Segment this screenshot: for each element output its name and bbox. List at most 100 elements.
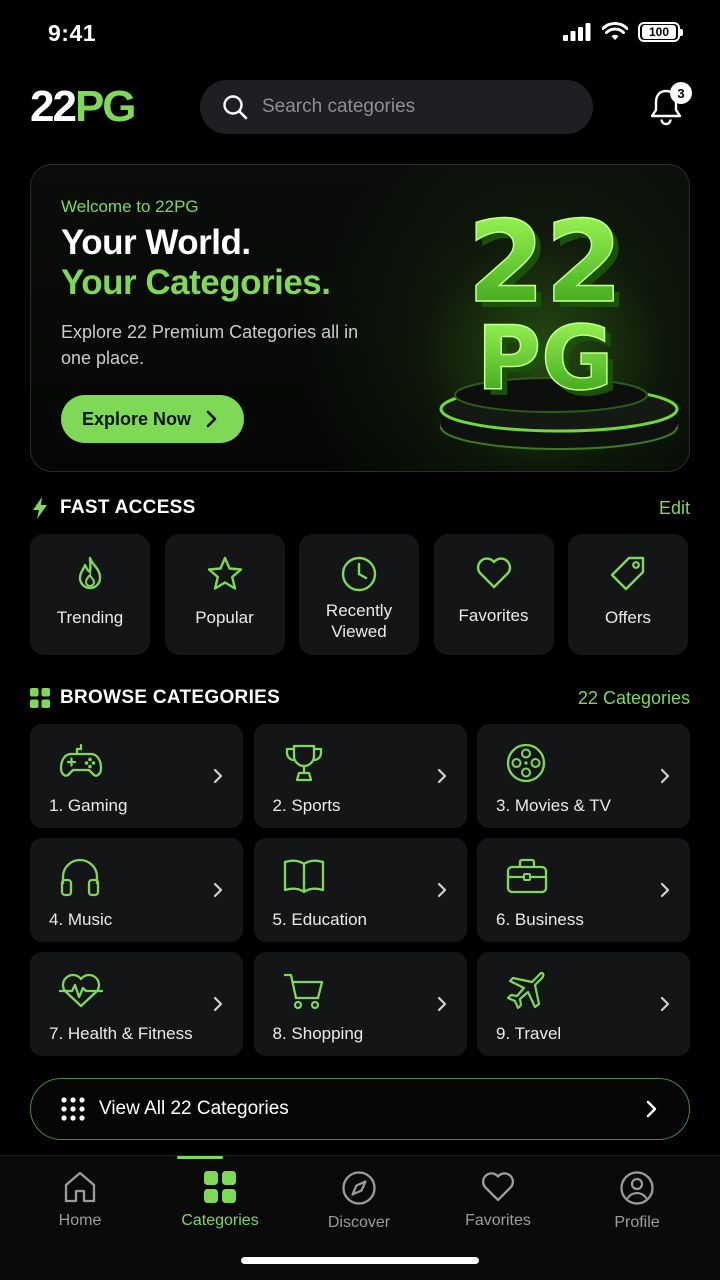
category-label: 9. Travel (496, 1024, 562, 1043)
fast-access-header: FAST ACCESS Edit (30, 493, 690, 523)
fast-access-label: Offers (605, 608, 651, 627)
category-label: 1. Gaming (49, 796, 128, 815)
chevron-right-icon (660, 882, 670, 898)
app-logo[interactable]: 22PG (30, 82, 137, 132)
fast-access-label: Favorites (458, 606, 529, 625)
fast-access-popular[interactable]: Popular (164, 534, 285, 655)
flame-icon (78, 556, 102, 590)
grid-icon (204, 1171, 236, 1203)
fast-access-favorites[interactable]: Favorites (433, 534, 554, 655)
chevron-right-icon (213, 996, 223, 1012)
tab-label: Home (58, 1212, 102, 1229)
category-label: 8. Shopping (272, 1024, 364, 1043)
signal-icon (563, 23, 591, 41)
gamepad-icon (59, 743, 103, 777)
compass-icon (342, 1171, 376, 1205)
tab-profile[interactable]: Profile (577, 1156, 697, 1246)
category-card-movies-tv[interactable]: 3. Movies & TV (477, 724, 690, 828)
tab-label: Profile (614, 1214, 660, 1231)
edit-link[interactable]: Edit (659, 498, 690, 519)
category-label: 3. Movies & TV (496, 796, 611, 815)
explore-now-label: Explore Now (82, 408, 192, 429)
explore-now-button[interactable]: Explore Now (61, 395, 244, 443)
tab-label: Categories (181, 1212, 259, 1229)
hero-title-line-1: Your World. (61, 223, 251, 262)
chevron-right-icon (206, 410, 217, 428)
tab-label: Favorites (465, 1212, 531, 1229)
cart-icon (283, 973, 323, 1010)
category-label: 7. Health & Fitness (49, 1024, 193, 1043)
chevron-right-icon (213, 882, 223, 898)
fast-access-recently-viewed[interactable]: Recently Viewed (299, 534, 419, 655)
logo-part-2: PG (74, 82, 137, 131)
search-icon (223, 95, 248, 120)
fast-access-label: Recently Viewed (325, 601, 393, 641)
view-all-categories-button[interactable]: View All 22 Categories (30, 1078, 690, 1140)
chevron-right-icon (660, 768, 670, 784)
airplane-icon (506, 971, 545, 1010)
fast-access-label: Popular (195, 608, 254, 627)
category-card-sports[interactable]: 2. Sports (253, 724, 467, 828)
view-all-label: View All 22 Categories (99, 1098, 289, 1119)
category-label: 4. Music (49, 910, 113, 929)
hero-kicker: Welcome to 22PG (61, 197, 199, 216)
fast-access-offers[interactable]: Offers (568, 534, 688, 655)
category-label: 5. Education (272, 910, 368, 929)
hero-banner: Welcome to 22PG Your World. Your Categor… (30, 164, 690, 472)
fast-access-label: Trending (56, 608, 124, 627)
briefcase-icon (506, 858, 548, 894)
film-reel-icon (506, 743, 546, 783)
home-indicator[interactable] (241, 1257, 479, 1264)
status-time: 9:41 (48, 20, 97, 46)
book-icon (283, 859, 324, 894)
chevron-right-icon (437, 996, 446, 1012)
fast-access-list: Trending Popular Recently Viewed Favorit… (30, 534, 690, 655)
wifi-icon (602, 22, 628, 40)
heart-icon (482, 1172, 514, 1202)
chevron-right-icon (213, 768, 223, 784)
notifications-button[interactable]: 3 (648, 82, 692, 128)
heartbeat-icon (58, 973, 104, 1008)
tab-label: Discover (327, 1214, 391, 1231)
category-card-gaming[interactable]: 1. Gaming (30, 724, 243, 828)
categories-count[interactable]: 22 Categories (578, 688, 690, 709)
tab-favorites[interactable]: Favorites (438, 1156, 558, 1246)
lightning-icon (33, 497, 47, 519)
star-icon (207, 556, 242, 590)
category-card-shopping[interactable]: 8. Shopping (253, 952, 467, 1056)
headphones-icon (60, 858, 100, 897)
battery-level: 100 (642, 25, 676, 39)
tab-categories[interactable]: Categories (160, 1156, 280, 1246)
battery-icon: 100 (638, 22, 683, 42)
logo-part-1: 22 (30, 82, 77, 131)
hero-3d-logo: 22 22 PG PG (429, 197, 681, 453)
grid-icon (30, 688, 50, 708)
category-card-education[interactable]: 5. Education (253, 838, 467, 942)
category-card-travel[interactable]: 9. Travel (477, 952, 690, 1056)
category-label: 2. Sports (272, 796, 341, 815)
notification-badge: 3 (670, 82, 692, 104)
hero-subtitle: Explore 22 Premium Categories all in one… (61, 322, 359, 368)
clock-icon (341, 556, 377, 592)
chevron-right-icon (660, 996, 670, 1012)
tab-home[interactable]: Home (20, 1156, 140, 1246)
fast-access-trending[interactable]: Trending (30, 534, 150, 655)
hero-title-line-2: Your Categories. (61, 263, 331, 302)
chevron-right-icon (437, 768, 446, 784)
tab-discover[interactable]: Discover (299, 1156, 419, 1246)
home-icon (64, 1171, 96, 1203)
status-icons: 100 (562, 22, 683, 42)
browse-categories-header: BROWSE CATEGORIES 22 Categories (30, 683, 690, 713)
status-bar: 9:41 100 (0, 0, 720, 66)
category-card-health-fitness[interactable]: 7. Health & Fitness (30, 952, 243, 1056)
category-card-music[interactable]: 4. Music (30, 838, 243, 942)
chevron-right-icon (437, 882, 446, 898)
heart-icon (476, 557, 511, 589)
category-card-business[interactable]: 6. Business (477, 838, 690, 942)
search-input[interactable] (262, 96, 562, 118)
tag-icon (610, 556, 645, 591)
search-bar[interactable] (200, 80, 593, 134)
categories-grid: 1. Gaming 2. Sports 3. Movies & TV 4. Mu… (30, 724, 690, 1056)
category-label: 6. Business (496, 910, 584, 929)
fast-access-title: FAST ACCESS (60, 497, 196, 518)
